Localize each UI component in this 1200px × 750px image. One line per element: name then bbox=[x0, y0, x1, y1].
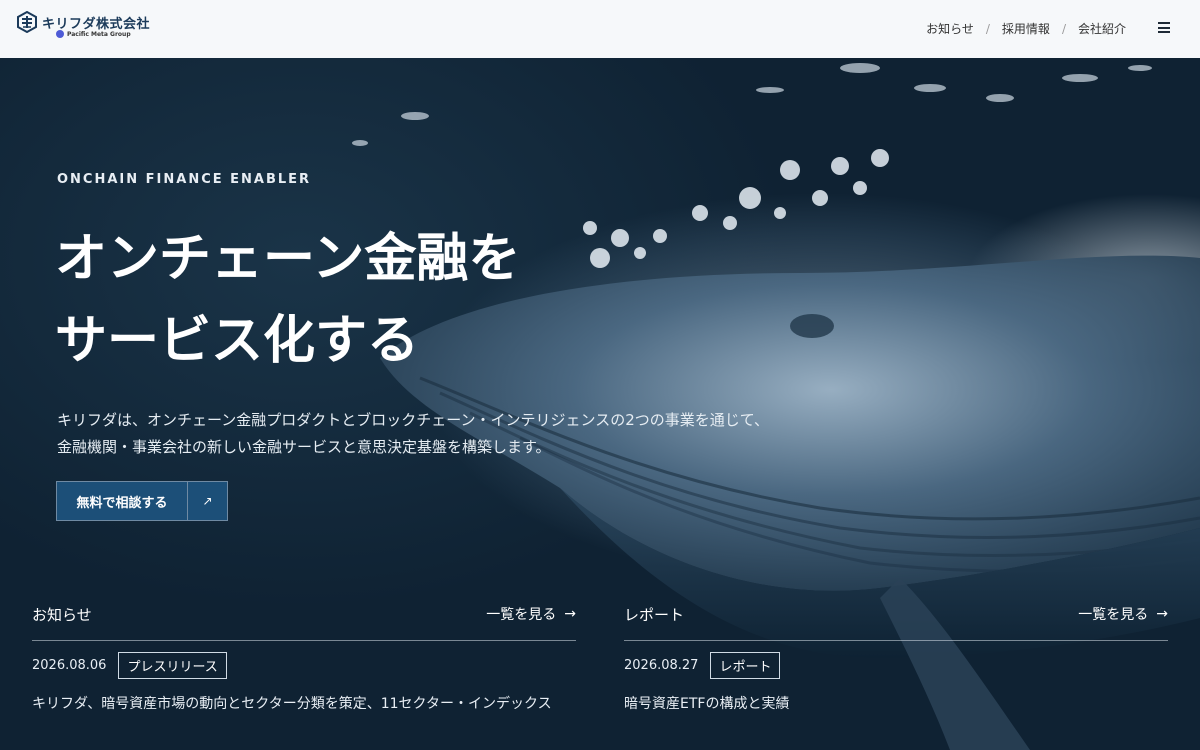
pacific-meta-icon bbox=[56, 30, 64, 38]
news-tag: プレスリリース bbox=[118, 652, 227, 679]
news-date: 2026.08.06 bbox=[32, 658, 107, 673]
hero-desc-line2: 金融機関・事業会社の新しい金融サービスと意思決定基盤を構築します。 bbox=[57, 438, 551, 456]
main-nav: お知らせ / 採用情報 / 会社紹介 bbox=[926, 20, 1126, 37]
hero-title-line2: サービス化する bbox=[55, 311, 420, 371]
nav-separator: / bbox=[1061, 21, 1066, 36]
kirifuda-logo-icon bbox=[17, 11, 37, 33]
hamburger-menu-icon[interactable] bbox=[1158, 22, 1170, 33]
free-consult-button[interactable]: 無料で相談する ↗ bbox=[56, 481, 228, 521]
report-tag: レポート bbox=[710, 652, 781, 679]
news-panel: お知らせ 一覧を見る → 2026.08.06 プレスリリース キリフダ、暗号資… bbox=[32, 600, 576, 713]
hero-description: キリフダは、オンチェーン金融プロダクトとブロックチェーン・インテリジェンスの2つ… bbox=[57, 407, 769, 461]
hero-title-line1: オンチェーン金融を bbox=[55, 229, 521, 289]
report-item[interactable]: 2026.08.27 レポート bbox=[624, 652, 1168, 679]
external-arrow-icon: ↗ bbox=[188, 482, 227, 520]
news-view-all-label: 一覧を見る bbox=[486, 607, 557, 623]
site-header: キリフダ株式会社 Pacific Meta Group お知らせ / 採用情報 … bbox=[0, 0, 1200, 58]
reports-view-all-link[interactable]: 一覧を見る → bbox=[1078, 604, 1168, 624]
arrow-right-icon: → bbox=[564, 606, 576, 622]
logo-text: キリフダ株式会社 bbox=[42, 16, 151, 32]
nav-news[interactable]: お知らせ bbox=[926, 20, 974, 37]
free-consult-label: 無料で相談する bbox=[57, 482, 188, 520]
nav-company[interactable]: 会社紹介 bbox=[1078, 20, 1126, 37]
hero-desc-line1: キリフダは、オンチェーン金融プロダクトとブロックチェーン・インテリジェンスの2つ… bbox=[57, 411, 769, 429]
news-item[interactable]: 2026.08.06 プレスリリース bbox=[32, 652, 576, 679]
nav-separator: / bbox=[985, 21, 990, 36]
reports-panel: レポート 一覧を見る → 2026.08.27 レポート 暗号資産ETFの構成と… bbox=[624, 600, 1168, 713]
report-date: 2026.08.27 bbox=[624, 658, 699, 673]
reports-view-all-label: 一覧を見る bbox=[1078, 607, 1149, 623]
news-title: お知らせ bbox=[32, 605, 92, 624]
report-headline[interactable]: 暗号資産ETFの構成と実績 bbox=[624, 693, 1168, 713]
news-headline[interactable]: キリフダ、暗号資産市場の動向とセクター分類を策定、11セクター・インデックス bbox=[32, 693, 576, 713]
reports-title: レポート bbox=[624, 605, 685, 624]
logo[interactable]: キリフダ株式会社 Pacific Meta Group bbox=[16, 11, 150, 38]
arrow-right-icon: → bbox=[1156, 606, 1168, 622]
nav-recruit[interactable]: 採用情報 bbox=[1002, 20, 1050, 37]
news-view-all-link[interactable]: 一覧を見る → bbox=[486, 604, 576, 624]
hero-eyebrow: ONCHAIN FINANCE ENABLER bbox=[57, 172, 312, 187]
hero-title: オンチェーン金融を サービス化する bbox=[55, 218, 520, 382]
logo-subtitle: Pacific Meta Group bbox=[67, 30, 131, 38]
